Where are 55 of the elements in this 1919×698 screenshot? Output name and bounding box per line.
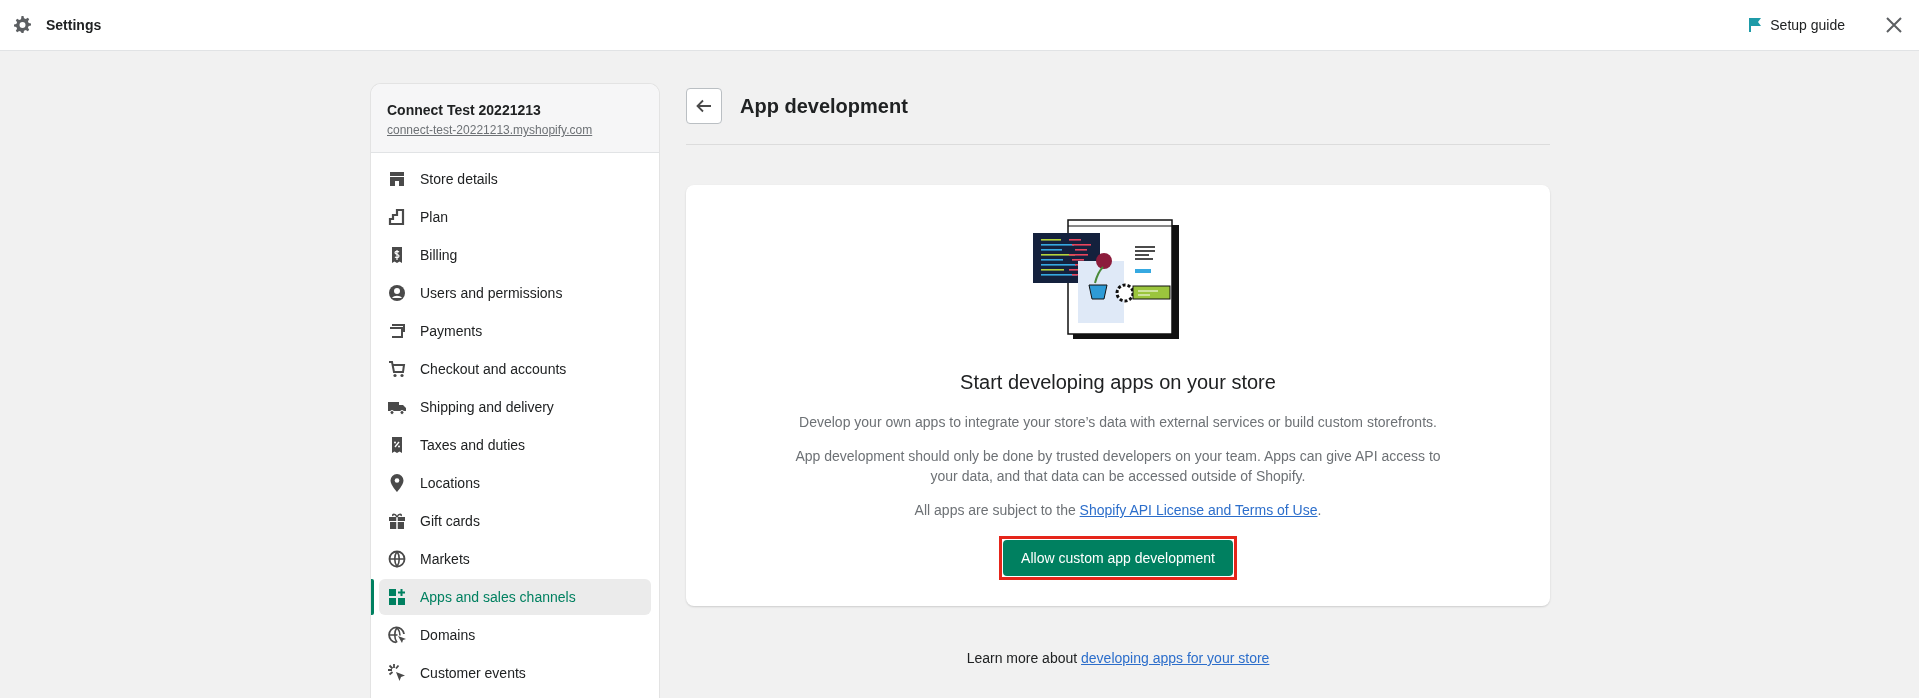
sidebar-item-label: Apps and sales channels [420,589,576,605]
close-icon [1885,16,1903,34]
flag-icon [1748,17,1763,33]
plan-icon [387,207,407,227]
store-icon [387,169,407,189]
card-icon [387,321,407,341]
card-paragraph: App development should only be done by trusted developers on your team. Apps can give API access to your data, and that data can be accessed outside of Shopify. [794,447,1442,486]
globe-cursor-icon [387,625,407,645]
sidebar-item[interactable]: Customer events [379,655,651,691]
apps-icon [387,587,407,607]
sidebar-item[interactable]: Users and permissions [379,275,651,311]
sidebar-item-label: Shipping and delivery [420,399,554,415]
sidebar-item[interactable]: Taxes and duties [379,427,651,463]
sidebar-item-label: Payments [420,323,483,339]
terms-sentence: All apps are subject to the Shopify API License and Terms of Use. [914,501,1322,520]
store-name: Connect Test 20221213 [387,102,542,118]
sidebar-item[interactable]: Domains [379,617,651,653]
sidebar-item[interactable]: Payments [379,313,651,349]
sidebar-item[interactable]: Plan [379,199,651,235]
cart-icon [387,359,407,379]
allow-custom-app-development-button[interactable]: Allow custom app development [1003,540,1233,576]
globe-icon [387,549,407,569]
sidebar-item[interactable]: Checkout and accounts [379,351,651,387]
sidebar-item[interactable]: Store details [379,161,651,197]
sidebar-item-label: Taxes and duties [420,437,526,453]
window-title: Settings [46,17,102,33]
sidebar-item-label: Domains [420,627,476,643]
developing-apps-link[interactable]: developing apps for your store [1081,650,1270,666]
sidebar-item-label: Markets [420,551,470,567]
back-button[interactable] [686,88,722,124]
sidebar-item-label: Customer events [420,665,526,681]
sidebar-item[interactable]: Shipping and delivery [379,389,651,425]
sidebar-item-label: Users and permissions [420,285,563,301]
settings-icon [12,15,32,35]
sidebar-item[interactable]: Billing [379,237,651,273]
card-paragraph: Develop your own apps to integrate your store’s data with external services or build custom storefronts. [799,413,1437,432]
sidebar-item[interactable]: Locations [379,465,651,501]
cursor-click-icon [387,663,407,683]
selection-bar [371,579,374,615]
sidebar-item[interactable]: Gift cards [379,503,651,539]
sidebar-item[interactable]: Markets [379,541,651,577]
sidebar-item-label: Billing [420,247,458,263]
user-icon [387,283,407,303]
sidebar-item-label: Locations [420,475,480,491]
sidebar-item-label: Checkout and accounts [420,361,567,377]
learn-more-sentence: Learn more about developing apps for your store [965,650,1271,666]
card-heading: Start developing apps on your store [960,371,1276,394]
sidebar-item-label: Gift cards [420,513,480,529]
sidebar-item-label: Plan [420,209,449,225]
back-arrow-icon [696,99,712,113]
sidebar-item-label: Store details [420,171,498,187]
page-title: App development [740,94,908,118]
gift-icon [387,511,407,531]
setup-guide-button[interactable]: Setup guide [1740,11,1853,39]
store-domain-link[interactable]: connect-test-20221213.myshopify.com [387,123,593,137]
